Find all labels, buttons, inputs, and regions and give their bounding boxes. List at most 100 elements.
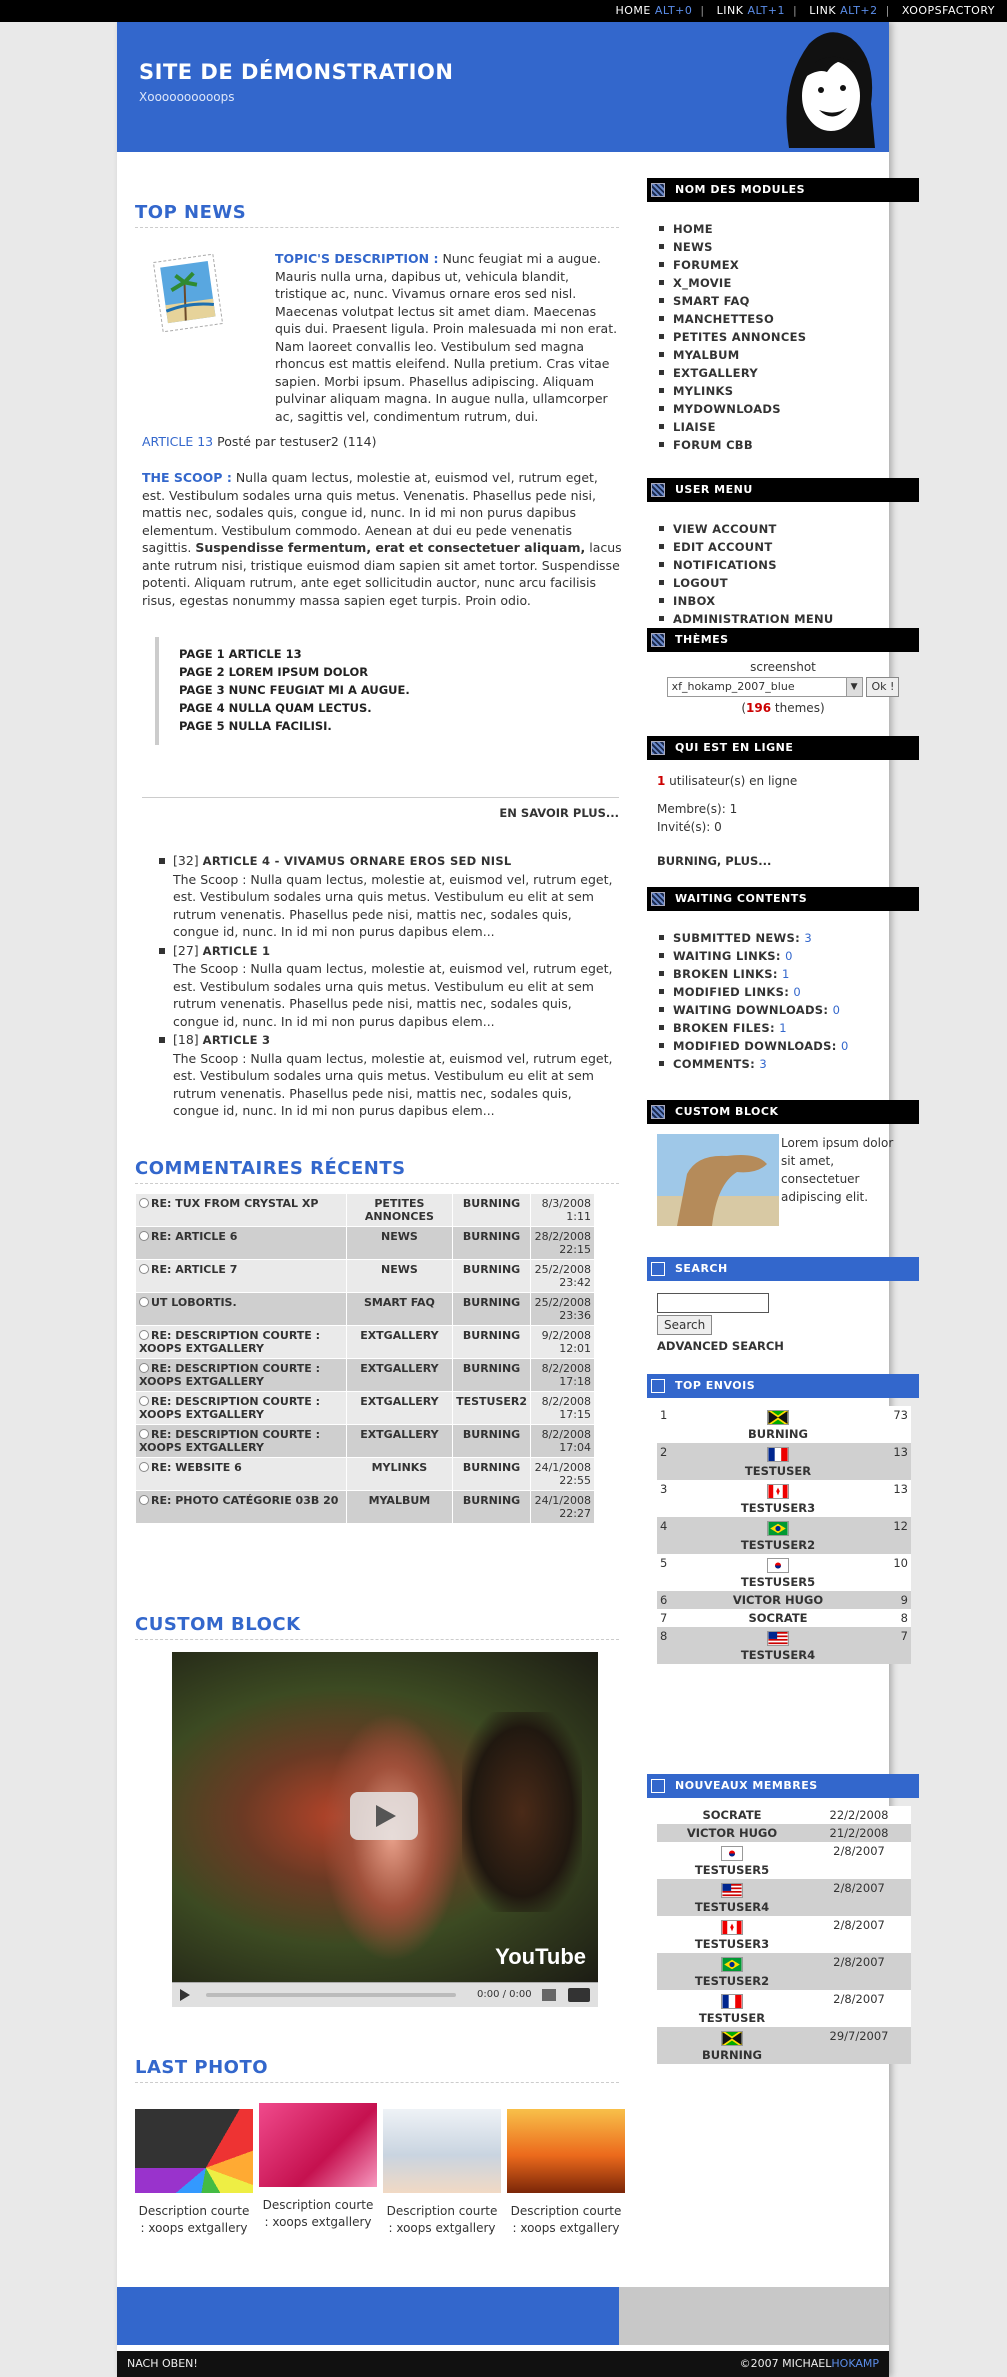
waiting-item[interactable]: MODIFIED DOWNLOADS: 0	[659, 1037, 919, 1055]
theme-ok-button[interactable]: Ok !	[866, 677, 900, 697]
waiting-item[interactable]: BROKEN FILES: 1	[659, 1019, 919, 1037]
comment-module[interactable]: PETITES ANNONCES	[345, 1193, 454, 1227]
comment-title-link[interactable]: RE: PHOTO CATÉGORIE 03B 20	[151, 1494, 338, 1507]
advanced-search-link[interactable]: ADVANCED SEARCH	[657, 1339, 919, 1353]
module-link[interactable]: LIAISE	[659, 418, 919, 436]
module-link[interactable]: MYALBUM	[659, 346, 919, 364]
poster-link[interactable]: TESTUSER4	[675, 1627, 881, 1664]
comment-user[interactable]: BURNING	[452, 1292, 532, 1326]
comment-user[interactable]: BURNING	[452, 1226, 532, 1260]
comment-module[interactable]: EXTGALLERY	[345, 1391, 454, 1425]
comment-user[interactable]: BURNING	[452, 1490, 532, 1524]
topbar-link-home[interactable]: HOME ALT+0	[615, 4, 692, 17]
comment-user[interactable]: BURNING	[452, 1325, 532, 1359]
comment-module[interactable]: MYALBUM	[345, 1490, 454, 1524]
poster-link[interactable]: TESTUSER	[675, 1443, 881, 1480]
page-link-2[interactable]: PAGE 2 LOREM IPSUM DOLOR	[179, 663, 618, 681]
photo-item[interactable]: Description courte : xoops extgallery	[507, 2109, 625, 2237]
comment-title-link[interactable]: RE: DESCRIPTION COURTE : XOOPS EXTGALLER…	[139, 1329, 320, 1355]
poster-link[interactable]: TESTUSER2	[675, 1517, 881, 1554]
topbar-link-1[interactable]: LINK ALT+1	[717, 4, 785, 17]
pink-abstract-photo[interactable]	[259, 2103, 377, 2187]
topbar-link-2[interactable]: LINK ALT+2	[809, 4, 877, 17]
module-link[interactable]: EXTGALLERY	[659, 364, 919, 382]
site-title[interactable]: SITE DE DÉMONSTRATION	[139, 60, 453, 84]
play-icon[interactable]	[180, 1989, 190, 2001]
waiting-item[interactable]: WAITING LINKS: 0	[659, 947, 919, 965]
user-menu-link[interactable]: NOTIFICATIONS	[659, 556, 919, 574]
module-link[interactable]: MANCHETTESO	[659, 310, 919, 328]
article-title-link[interactable]: ARTICLE 3	[203, 1033, 271, 1047]
member-link[interactable]: VICTOR HUGO	[657, 1824, 807, 1842]
theme-select[interactable]: xf_hokamp_2007_blue ▼	[666, 677, 863, 697]
page-link-5[interactable]: PAGE 5 NULLA FACILISI.	[179, 717, 618, 735]
module-link[interactable]: MYDOWNLOADS	[659, 400, 919, 418]
topic-image[interactable]	[152, 252, 224, 334]
comment-user[interactable]: BURNING	[452, 1424, 532, 1458]
woman-photo[interactable]	[383, 2109, 501, 2193]
user-menu-link[interactable]: EDIT ACCOUNT	[659, 538, 919, 556]
comment-title-link[interactable]: RE: DESCRIPTION COURTE : XOOPS EXTGALLER…	[139, 1362, 320, 1388]
waiting-item[interactable]: WAITING DOWNLOADS: 0	[659, 1001, 919, 1019]
author-link[interactable]: HOKAMP	[831, 2357, 879, 2370]
topic-label[interactable]: TOPIC'S DESCRIPTION :	[275, 251, 438, 266]
comment-user[interactable]: BURNING	[452, 1259, 532, 1293]
poster-link[interactable]: TESTUSER5	[675, 1554, 881, 1591]
article-title-link[interactable]: ARTICLE 1	[203, 944, 271, 958]
comment-title-link[interactable]: RE: TUX FROM CRYSTAL XP	[151, 1197, 318, 1210]
volume-icon[interactable]	[542, 1989, 556, 2001]
search-button[interactable]: Search	[657, 1315, 713, 1335]
waiting-item[interactable]: MODIFIED LINKS: 0	[659, 983, 919, 1001]
module-link[interactable]: FORUMEX	[659, 256, 919, 274]
module-link[interactable]: SMART FAQ	[659, 292, 919, 310]
photo-item[interactable]: Description courte : xoops extgallery	[383, 2109, 501, 2237]
poster-link[interactable]: TESTUSER3	[675, 1480, 881, 1517]
comment-user[interactable]: TESTUSER2	[452, 1391, 532, 1425]
read-more-link[interactable]: EN SAVOIR PLUS...	[142, 797, 619, 820]
module-link[interactable]: MYLINKS	[659, 382, 919, 400]
fullscreen-icon[interactable]	[568, 1988, 590, 2002]
comment-module[interactable]: NEWS	[345, 1226, 454, 1260]
member-link[interactable]: SOCRATE	[657, 1806, 807, 1824]
member-link[interactable]: TESTUSER5	[657, 1842, 807, 1879]
user-menu-link[interactable]: ADMINISTRATION MENU	[659, 610, 919, 628]
member-link[interactable]: TESTUSER3	[657, 1916, 807, 1953]
comment-title-link[interactable]: RE: ARTICLE 6	[151, 1230, 237, 1243]
user-menu-link[interactable]: VIEW ACCOUNT	[659, 520, 919, 538]
umbrella-photo[interactable]	[135, 2109, 253, 2193]
back-to-top-link[interactable]: NACH OBEN!	[127, 2357, 198, 2370]
user-menu-link[interactable]: INBOX	[659, 592, 919, 610]
comment-title-link[interactable]: RE: DESCRIPTION COURTE : XOOPS EXTGALLER…	[139, 1395, 320, 1421]
article-title-link[interactable]: ARTICLE 4 - VIVAMUS ORNARE EROS SED NISL	[203, 854, 512, 868]
video-seek-bar[interactable]	[206, 1993, 456, 1997]
comment-module[interactable]: SMART FAQ	[345, 1292, 454, 1326]
comment-module[interactable]: NEWS	[345, 1259, 454, 1293]
comment-title-link[interactable]: RE: ARTICLE 7	[151, 1263, 237, 1276]
waiting-item[interactable]: COMMENTS: 3	[659, 1055, 919, 1073]
photo-item[interactable]: Description courte : xoops extgallery	[135, 2109, 253, 2237]
comment-title-link[interactable]: RE: WEBSITE 6	[151, 1461, 242, 1474]
page-link-1[interactable]: PAGE 1 ARTICLE 13	[179, 645, 618, 663]
golfer-photo[interactable]	[507, 2109, 625, 2193]
member-link[interactable]: TESTUSER4	[657, 1879, 807, 1916]
module-link[interactable]: NEWS	[659, 238, 919, 256]
photo-item[interactable]: Description courte : xoops extgallery	[259, 2103, 377, 2231]
poster-link[interactable]: SOCRATE	[675, 1609, 881, 1627]
page-link-4[interactable]: PAGE 4 NULLA QUAM LECTUS.	[179, 699, 618, 717]
video-frame[interactable]: YouTube	[172, 1652, 598, 1982]
member-link[interactable]: BURNING	[657, 2027, 807, 2064]
poster-link[interactable]: BURNING	[675, 1406, 881, 1443]
comment-module[interactable]: MYLINKS	[345, 1457, 454, 1491]
poster-link[interactable]: VICTOR HUGO	[675, 1591, 881, 1609]
comment-user[interactable]: BURNING	[452, 1457, 532, 1491]
member-link[interactable]: TESTUSER2	[657, 1953, 807, 1990]
module-link[interactable]: PETITES ANNONCES	[659, 328, 919, 346]
user-menu-link[interactable]: LOGOUT	[659, 574, 919, 592]
comment-module[interactable]: EXTGALLERY	[345, 1325, 454, 1359]
comment-module[interactable]: EXTGALLERY	[345, 1358, 454, 1392]
comment-module[interactable]: EXTGALLERY	[345, 1424, 454, 1458]
topbar-link-xoopsfactory[interactable]: XOOPSFACTORY	[902, 4, 995, 17]
comment-user[interactable]: BURNING	[452, 1193, 532, 1227]
module-link[interactable]: X_MOVIE	[659, 274, 919, 292]
play-button-icon[interactable]	[350, 1792, 418, 1840]
